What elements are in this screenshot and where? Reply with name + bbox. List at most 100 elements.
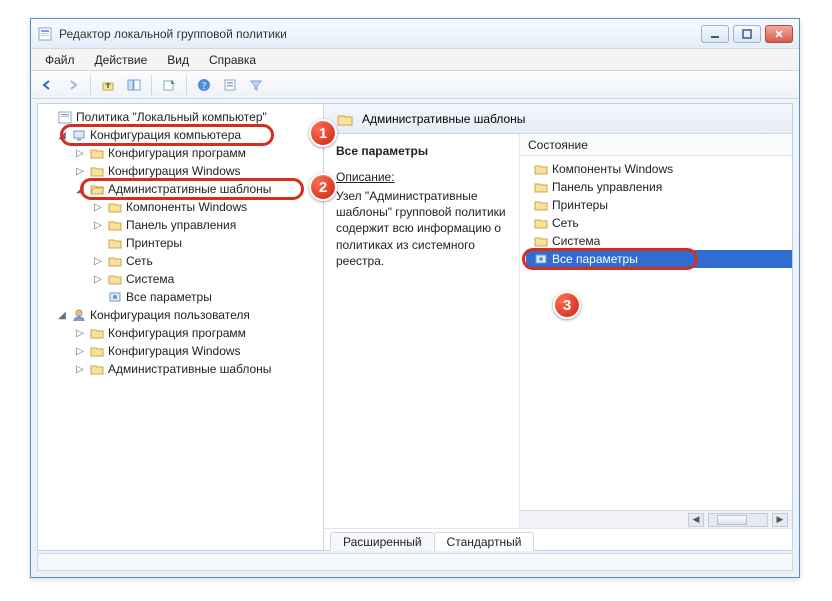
column-header-state[interactable]: Состояние [520, 134, 792, 156]
toolbar: ? [31, 71, 799, 99]
tree-pane[interactable]: Политика "Локальный компьютер" ◢ Конфигу… [38, 104, 324, 550]
tree-printers[interactable]: Принтеры [40, 234, 321, 252]
workarea: Политика "Локальный компьютер" ◢ Конфигу… [37, 103, 793, 551]
list-item-label: Принтеры [552, 198, 608, 212]
expand-toggle[interactable]: ◢ [74, 184, 86, 195]
maximize-button[interactable] [733, 25, 761, 43]
folder-icon [533, 161, 549, 177]
tree-label: Все параметры [126, 290, 212, 304]
list-item[interactable]: Принтеры [526, 196, 792, 214]
tab-extended[interactable]: Расширенный [330, 532, 435, 551]
expand-toggle[interactable]: ◢ [56, 310, 68, 321]
tree-label: Конфигурация программ [108, 146, 246, 160]
list-item[interactable]: Компоненты Windows [526, 160, 792, 178]
menu-file[interactable]: Файл [37, 51, 83, 69]
forward-button[interactable] [61, 74, 85, 96]
properties-button[interactable] [218, 74, 242, 96]
toolbar-separator [151, 75, 152, 95]
export-button[interactable] [157, 74, 181, 96]
tree-admin-templates-u[interactable]: ▷ Административные шаблоны [40, 360, 321, 378]
minimize-button[interactable] [701, 25, 729, 43]
expand-toggle[interactable]: ▷ [74, 364, 86, 375]
folder-icon [107, 271, 123, 287]
tree-label: Конфигурация Windows [108, 164, 241, 178]
folder-icon [533, 215, 549, 231]
expand-toggle[interactable]: ▷ [92, 202, 104, 213]
list-item-label: Панель управления [552, 180, 662, 194]
tree-label: Конфигурация программ [108, 326, 246, 340]
settings-node-icon [107, 289, 123, 305]
tree-control-panel[interactable]: ▷Панель управления [40, 216, 321, 234]
tree-all-settings[interactable]: Все параметры [40, 288, 321, 306]
expand-toggle[interactable]: ▷ [74, 328, 86, 339]
list-item[interactable]: Система [526, 232, 792, 250]
expand-toggle[interactable]: ▷ [92, 274, 104, 285]
tree-system[interactable]: ▷Система [40, 270, 321, 288]
description-label: Описание: [336, 170, 507, 184]
close-button[interactable] [765, 25, 793, 43]
computer-icon [71, 127, 87, 143]
scroll-thumb[interactable] [717, 515, 747, 525]
up-folder-button[interactable] [96, 74, 120, 96]
folder-icon [533, 233, 549, 249]
list-item-label: Компоненты Windows [552, 162, 673, 176]
tree-computer-config[interactable]: ◢ Конфигурация компьютера [40, 126, 321, 144]
scroll-track[interactable] [708, 513, 768, 527]
folder-icon [337, 111, 353, 127]
list-item-selected[interactable]: Все параметры [526, 250, 792, 268]
expand-toggle[interactable]: ▷ [92, 220, 104, 231]
window-title: Редактор локальной групповой политики [59, 27, 701, 41]
toolbar-separator [186, 75, 187, 95]
menu-action[interactable]: Действие [87, 51, 156, 69]
tree-software-settings-u[interactable]: ▷ Конфигурация программ [40, 324, 321, 342]
filter-button[interactable] [244, 74, 268, 96]
list-item[interactable]: Панель управления [526, 178, 792, 196]
show-hide-tree-button[interactable] [122, 74, 146, 96]
folder-icon [89, 163, 105, 179]
tree-label: Административные шаблоны [108, 182, 271, 196]
expand-toggle[interactable]: ▷ [74, 346, 86, 357]
list-item-label: Сеть [552, 216, 579, 230]
folder-icon [533, 197, 549, 213]
folder-icon [107, 253, 123, 269]
folder-open-icon [89, 181, 105, 197]
folder-icon [89, 325, 105, 341]
tree-root[interactable]: Политика "Локальный компьютер" [40, 108, 321, 126]
horizontal-scrollbar[interactable]: ◀ ▶ [520, 510, 792, 528]
policy-icon [57, 109, 73, 125]
details-header: Административные шаблоны [324, 104, 792, 134]
tree-user-config[interactable]: ◢ Конфигурация пользователя [40, 306, 321, 324]
expand-toggle[interactable]: ▷ [74, 148, 86, 159]
menu-help[interactable]: Справка [201, 51, 264, 69]
expand-toggle[interactable]: ▷ [74, 166, 86, 177]
tree-windows-components[interactable]: ▷ Компоненты Windows [40, 198, 321, 216]
tree-label: Конфигурация пользователя [90, 308, 250, 322]
tree-windows-settings-u[interactable]: ▷Конфигурация Windows [40, 342, 321, 360]
tree-software-settings-c[interactable]: ▷ Конфигурация программ [40, 144, 321, 162]
tree-label: Административные шаблоны [108, 362, 271, 376]
scroll-right-button[interactable]: ▶ [772, 513, 788, 527]
details-pane: Административные шаблоны Все параметры О… [324, 104, 792, 550]
toolbar-separator [90, 75, 91, 95]
list-item-label: Все параметры [552, 252, 638, 266]
back-button[interactable] [35, 74, 59, 96]
user-icon [71, 307, 87, 323]
tree-admin-templates-c[interactable]: ◢ Административные шаблоны [40, 180, 321, 198]
tree-windows-settings-c[interactable]: ▷ Конфигурация Windows [40, 162, 321, 180]
list-item[interactable]: Сеть [526, 214, 792, 232]
app-icon [37, 26, 53, 42]
tab-standard[interactable]: Стандартный [434, 532, 535, 551]
titlebar: Редактор локальной групповой политики [31, 19, 799, 49]
items-list[interactable]: Компоненты Windows Панель управления При… [520, 156, 792, 510]
expand-toggle[interactable]: ◢ [56, 130, 68, 141]
help-button[interactable]: ? [192, 74, 216, 96]
tree-label: Политика "Локальный компьютер" [76, 110, 267, 124]
menu-view[interactable]: Вид [159, 51, 197, 69]
view-tabs: Расширенный Стандартный [324, 528, 792, 550]
tree-label: Компоненты Windows [126, 200, 247, 214]
folder-icon [107, 217, 123, 233]
scroll-left-button[interactable]: ◀ [688, 513, 704, 527]
expand-toggle[interactable]: ▷ [92, 256, 104, 267]
tree-network[interactable]: ▷Сеть [40, 252, 321, 270]
folder-icon [533, 179, 549, 195]
